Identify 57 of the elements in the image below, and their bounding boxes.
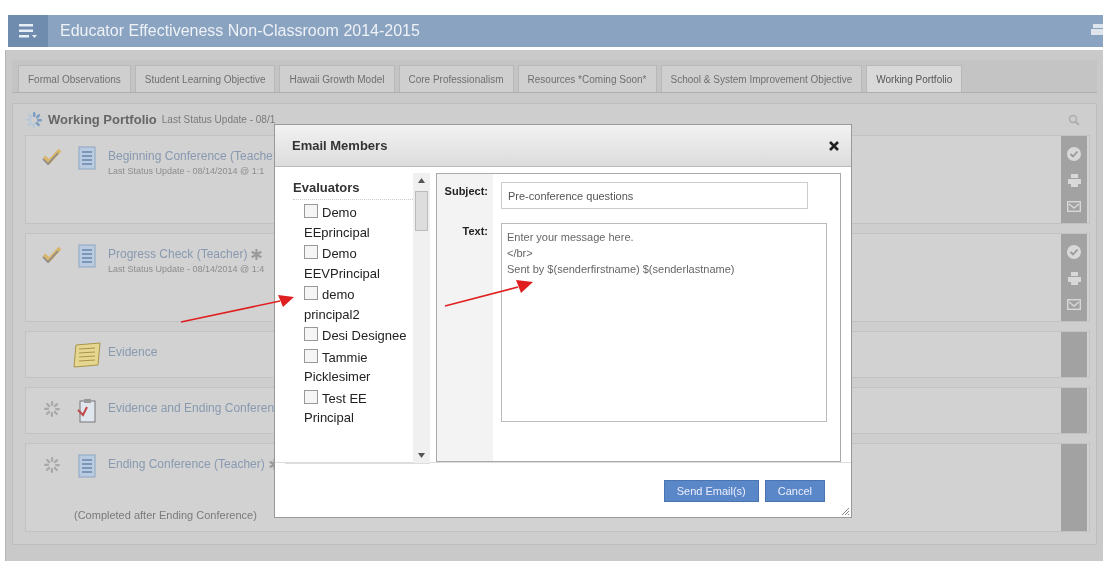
tab[interactable]: Hawaii Growth Model [279, 65, 395, 92]
item-title[interactable]: Ending Conference (Teacher) [108, 457, 265, 471]
clipboard-icon [77, 398, 97, 424]
notepad-icon [72, 342, 102, 368]
tab[interactable]: School & System Improvement Objective [660, 65, 863, 92]
tab[interactable]: Core Professionalism [398, 65, 514, 92]
member-checkbox[interactable]: demo principal2 [304, 285, 413, 324]
checkbox[interactable] [304, 245, 318, 259]
field-label: Subject: [444, 185, 488, 197]
check-circle-icon[interactable] [1067, 146, 1081, 161]
status-text: Last Status Update - 08/14/2014 @ 1:1 [108, 166, 266, 176]
dialog-title: Email Members [292, 138, 388, 153]
envelope-icon[interactable] [1067, 201, 1081, 213]
tab[interactable]: Resources *Coming Soon* [517, 65, 657, 92]
member-checkbox[interactable]: Test EE Principal [304, 388, 413, 428]
zoom-icon[interactable] [1068, 114, 1080, 126]
send-button[interactable]: Send Email(s) [663, 480, 759, 502]
item-title[interactable]: Progress Check (Teacher) [108, 247, 248, 261]
item-title[interactable]: Evidence and Ending Conferen [108, 401, 275, 415]
member-checkbox[interactable]: Demo EEprincipal [304, 203, 413, 242]
message-field[interactable]: Enter your message here. </br> Sent by $(senderfirstname) $(senderlastname) [501, 223, 827, 422]
panel-title: Working Portfolio [48, 112, 157, 127]
menu-button[interactable] [8, 15, 48, 47]
checkbox[interactable] [304, 348, 318, 363]
printer-icon[interactable] [1067, 272, 1081, 286]
close-icon[interactable] [829, 140, 839, 151]
tab[interactable]: Student Learning Objective [134, 65, 276, 92]
subject-field[interactable]: Pre-conference questions [501, 182, 808, 209]
document-icon [78, 454, 96, 478]
item-title[interactable]: Beginning Conference (Teache [108, 149, 273, 163]
checkbox[interactable] [304, 389, 318, 404]
field-label: Text: [462, 225, 488, 237]
spinner-icon [25, 110, 43, 129]
resize-grip-icon[interactable] [841, 507, 849, 515]
checkbox[interactable] [304, 204, 318, 218]
checkbox[interactable] [304, 286, 318, 300]
menu-icon [19, 23, 37, 39]
scroll-up-icon[interactable] [418, 178, 425, 183]
member-checkbox[interactable]: Desi Designee [304, 326, 413, 346]
page-title: Educator Effectiveness Non-Classroom 2014-2015 [60, 22, 420, 40]
tab[interactable]: Formal Observations [18, 65, 131, 92]
item-note: (Completed after Ending Conference) [74, 509, 257, 521]
scrollbar[interactable] [413, 173, 430, 463]
scroll-thumb[interactable] [415, 191, 428, 231]
checkbox[interactable] [304, 327, 318, 341]
document-icon [78, 146, 96, 170]
status-text: Last Status Update - 08/1 [161, 114, 276, 125]
envelope-icon[interactable] [1067, 299, 1081, 311]
printer-icon[interactable] [1067, 174, 1081, 188]
tab[interactable]: Working Portfolio [866, 65, 963, 92]
document-icon [78, 244, 96, 268]
scroll-down-icon[interactable] [418, 453, 425, 458]
check-circle-icon[interactable] [1067, 244, 1081, 259]
item-title[interactable]: Evidence [108, 345, 158, 359]
cancel-button[interactable]: Cancel [764, 480, 825, 502]
member-checkbox[interactable]: Tammie Picklesimer [304, 347, 413, 387]
status-text: Last Status Update - 08/14/2014 @ 1:4 [108, 264, 265, 274]
